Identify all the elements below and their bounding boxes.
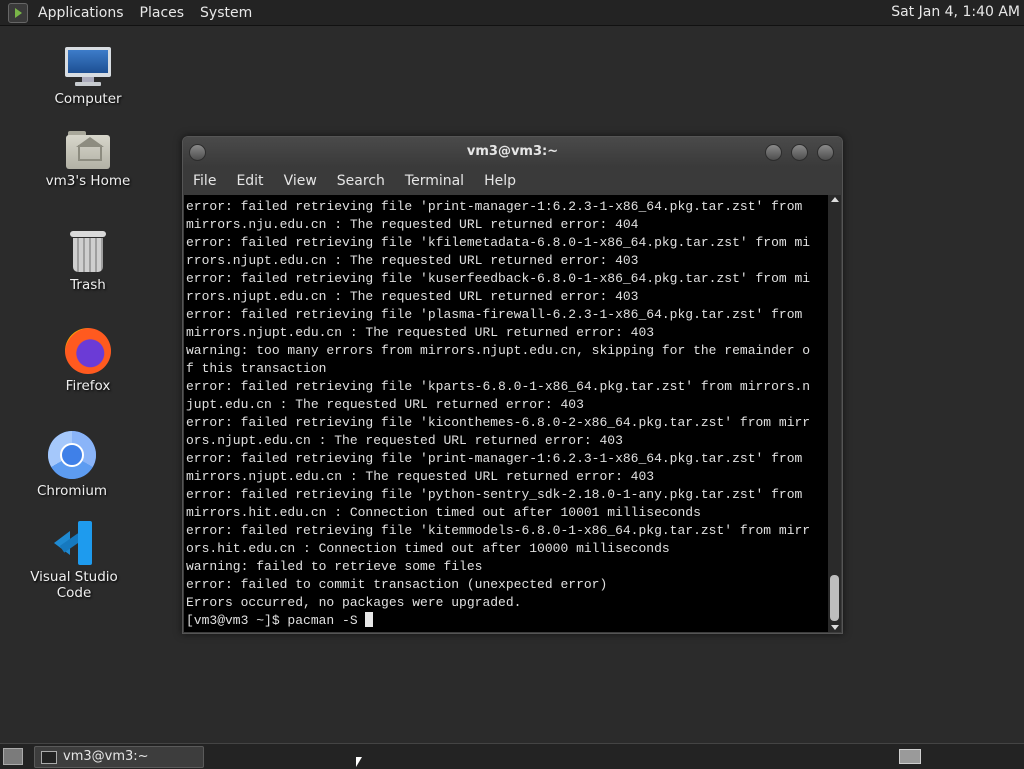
scroll-up-arrow-icon[interactable] xyxy=(831,197,839,202)
menu-applications[interactable]: Applications xyxy=(30,5,132,21)
desktop-icon-label: Visual Studio Code xyxy=(30,569,118,601)
terminal-line: error: failed retrieving file 'kuserfeed… xyxy=(186,271,811,286)
trash-icon xyxy=(70,231,106,273)
menu-edit[interactable]: Edit xyxy=(226,173,273,189)
computer-icon xyxy=(65,47,111,87)
desktop-icon-home[interactable]: vm3's Home xyxy=(28,131,148,189)
terminal-line: rrors.njupt.edu.cn : The requested URL r… xyxy=(186,253,639,268)
menu-places[interactable]: Places xyxy=(132,5,193,21)
close-button[interactable] xyxy=(817,144,834,161)
terminal-line: error: failed retrieving file 'print-man… xyxy=(186,451,803,466)
terminal-line: rrors.njupt.edu.cn : The requested URL r… xyxy=(186,289,639,304)
terminal-cursor xyxy=(365,612,374,627)
terminal-line: jupt.edu.cn : The requested URL returned… xyxy=(186,397,584,412)
desktop-icon-label: Chromium xyxy=(36,483,108,499)
desktop-icon-label: Computer xyxy=(54,91,122,107)
scrollbar-thumb[interactable] xyxy=(830,575,839,621)
vscode-icon xyxy=(52,521,96,565)
top-panel: Applications Places System Sat Jan 4, 1:… xyxy=(0,0,1024,26)
window-title: vm3@vm3:~ xyxy=(466,144,559,159)
terminal-line: mirrors.nju.edu.cn : The requested URL r… xyxy=(186,217,639,232)
scroll-down-arrow-icon[interactable] xyxy=(831,625,839,630)
desktop-icon-computer[interactable]: Computer xyxy=(28,47,148,107)
terminal-line: error: failed retrieving file 'kiconthem… xyxy=(186,415,811,430)
menu-terminal[interactable]: Terminal xyxy=(395,173,474,189)
terminal-line: mirrors.hit.edu.cn : Connection timed ou… xyxy=(186,505,701,520)
desktop-icon-label: Firefox xyxy=(65,378,111,394)
terminal-line: warning: failed to retrieve some files xyxy=(186,559,483,574)
terminal-line: error: failed retrieving file 'print-man… xyxy=(186,199,803,214)
terminal-line: ors.njupt.edu.cn : The requested URL ret… xyxy=(186,433,623,448)
bottom-panel: vm3@vm3:~ xyxy=(0,743,1024,769)
menu-system[interactable]: System xyxy=(192,5,260,21)
terminal-line: ors.hit.edu.cn : Connection timed out af… xyxy=(186,541,670,556)
terminal-line: Errors occurred, no packages were upgrad… xyxy=(186,595,522,610)
menu-view[interactable]: View xyxy=(274,173,327,189)
maximize-button[interactable] xyxy=(791,144,808,161)
menu-help[interactable]: Help xyxy=(474,173,526,189)
desktop-icon-vscode[interactable]: Visual Studio Code xyxy=(14,521,134,601)
terminal-line: error: failed retrieving file 'kfilemeta… xyxy=(186,235,811,250)
firefox-icon xyxy=(65,328,111,374)
terminal-line: error: failed retrieving file 'plasma-fi… xyxy=(186,307,803,322)
terminal-line: warning: too many errors from mirrors.nj… xyxy=(186,343,811,358)
desktop-icon-firefox[interactable]: Firefox xyxy=(28,328,148,394)
menu-search[interactable]: Search xyxy=(327,173,395,189)
desktop-icon-chromium[interactable]: Chromium xyxy=(12,431,132,499)
terminal-icon xyxy=(41,751,57,764)
workspace-switcher[interactable] xyxy=(899,749,921,764)
clock[interactable]: Sat Jan 4, 1:40 AM xyxy=(891,4,1020,20)
terminal-line: error: failed retrieving file 'kparts-6.… xyxy=(186,379,811,394)
menu-file[interactable]: File xyxy=(183,173,226,189)
minimize-button[interactable] xyxy=(765,144,782,161)
taskbar-window-button[interactable]: vm3@vm3:~ xyxy=(34,746,204,768)
terminal-line: mirrors.njupt.edu.cn : The requested URL… xyxy=(186,325,655,340)
terminal-line: error: failed to commit transaction (une… xyxy=(186,577,608,592)
terminal-line: error: failed retrieving file 'python-se… xyxy=(186,487,803,502)
terminal-line: f this transaction xyxy=(186,361,327,376)
terminal-scrollbar[interactable] xyxy=(828,195,841,632)
terminal-prompt[interactable]: [vm3@vm3 ~]$ pacman -S xyxy=(186,613,365,628)
chromium-icon xyxy=(48,431,96,479)
window-titlebar[interactable]: vm3@vm3:~ xyxy=(183,137,842,167)
applications-logo-icon[interactable] xyxy=(8,2,28,23)
terminal-line: error: failed retrieving file 'kitemmode… xyxy=(186,523,811,538)
taskbar-window-label: vm3@vm3:~ xyxy=(63,749,149,764)
terminal-text: error: failed retrieving file 'print-man… xyxy=(184,195,828,630)
terminal-menubar: File Edit View Search Terminal Help xyxy=(183,167,842,195)
show-desktop-button[interactable] xyxy=(3,748,23,765)
mouse-pointer-icon xyxy=(356,757,362,767)
terminal-output[interactable]: error: failed retrieving file 'print-man… xyxy=(184,195,828,632)
terminal-window[interactable]: vm3@vm3:~ File Edit View Search Terminal… xyxy=(182,136,843,634)
home-folder-icon xyxy=(66,131,110,169)
terminal-line: mirrors.njupt.edu.cn : The requested URL… xyxy=(186,469,655,484)
desktop-icon-label: vm3's Home xyxy=(45,173,131,189)
window-menu-button[interactable] xyxy=(189,144,206,161)
desktop-icon-trash[interactable]: Trash xyxy=(28,231,148,293)
desktop-icon-label: Trash xyxy=(70,277,106,293)
